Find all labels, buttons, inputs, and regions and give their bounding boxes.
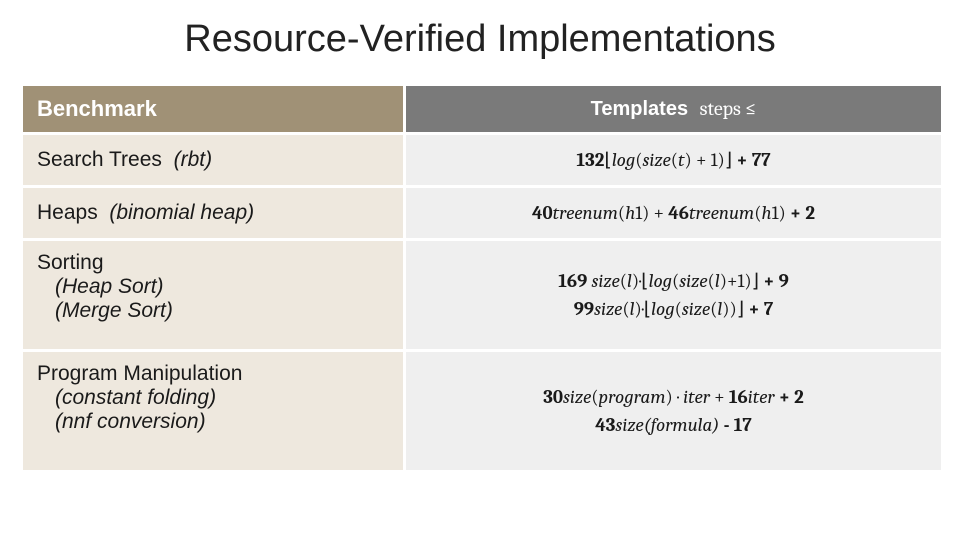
bench-name: Program Manipulation [37, 362, 242, 385]
formula-line: 43size(formula) - 17 [420, 411, 927, 440]
table-row: Program Manipulation (constant folding) … [23, 352, 941, 470]
bench-sub: (nnf conversion) [55, 410, 389, 434]
bench-cell: Sorting (Heap Sort) (Merge Sort) [23, 241, 403, 349]
bench-name: Search Trees [37, 148, 162, 171]
bench-sub: (constant folding) [55, 386, 389, 410]
formula-cell: 30size(program) · iter + 16iter + 2 43si… [406, 352, 941, 470]
bench-cell: Search Trees (rbt) [23, 135, 403, 185]
table-row: Heaps (binomial heap) 40treenum(h1) + 46… [23, 188, 941, 238]
formula-cell: 40treenum(h1) + 46treenum(h1) + 2 [406, 188, 941, 238]
col-benchmark: Benchmark [23, 86, 403, 132]
bench-table: Benchmark Templates steps ≤ Search Trees… [20, 83, 944, 473]
formula-line: 99size(l)·⌊log(size(l))⌋ + 7 [420, 295, 927, 324]
formula-line: 169 size(l)·⌊log(size(l)+1)⌋ + 9 [420, 267, 927, 296]
bench-cell: Heaps (binomial heap) [23, 188, 403, 238]
col-templates: Templates steps ≤ [406, 86, 941, 132]
bench-sub: (Merge Sort) [55, 299, 389, 323]
formula-cell: 132⌊log(size(t) + 1)⌋ + 77 [406, 135, 941, 185]
table-row: Search Trees (rbt) 132⌊log(size(t) + 1)⌋… [23, 135, 941, 185]
steps-label: steps ≤ [700, 97, 757, 120]
bench-sub: (Heap Sort) [55, 275, 389, 299]
formula-line: 30size(program) · iter + 16iter + 2 [420, 383, 927, 412]
bench-paren: (rbt) [174, 148, 213, 171]
formula-cell: 169 size(l)·⌊log(size(l)+1)⌋ + 9 99size(… [406, 241, 941, 349]
bench-cell: Program Manipulation (constant folding) … [23, 352, 403, 470]
slide: Resource-Verified Implementations Benchm… [0, 18, 960, 540]
page-title: Resource-Verified Implementations [20, 18, 940, 61]
bench-name: Heaps [37, 201, 98, 224]
bench-paren: (binomial heap) [109, 201, 254, 224]
table-header-row: Benchmark Templates steps ≤ [23, 86, 941, 132]
table-row: Sorting (Heap Sort) (Merge Sort) 169 siz… [23, 241, 941, 349]
bench-name: Sorting [37, 251, 104, 274]
templates-label: Templates [591, 98, 688, 120]
